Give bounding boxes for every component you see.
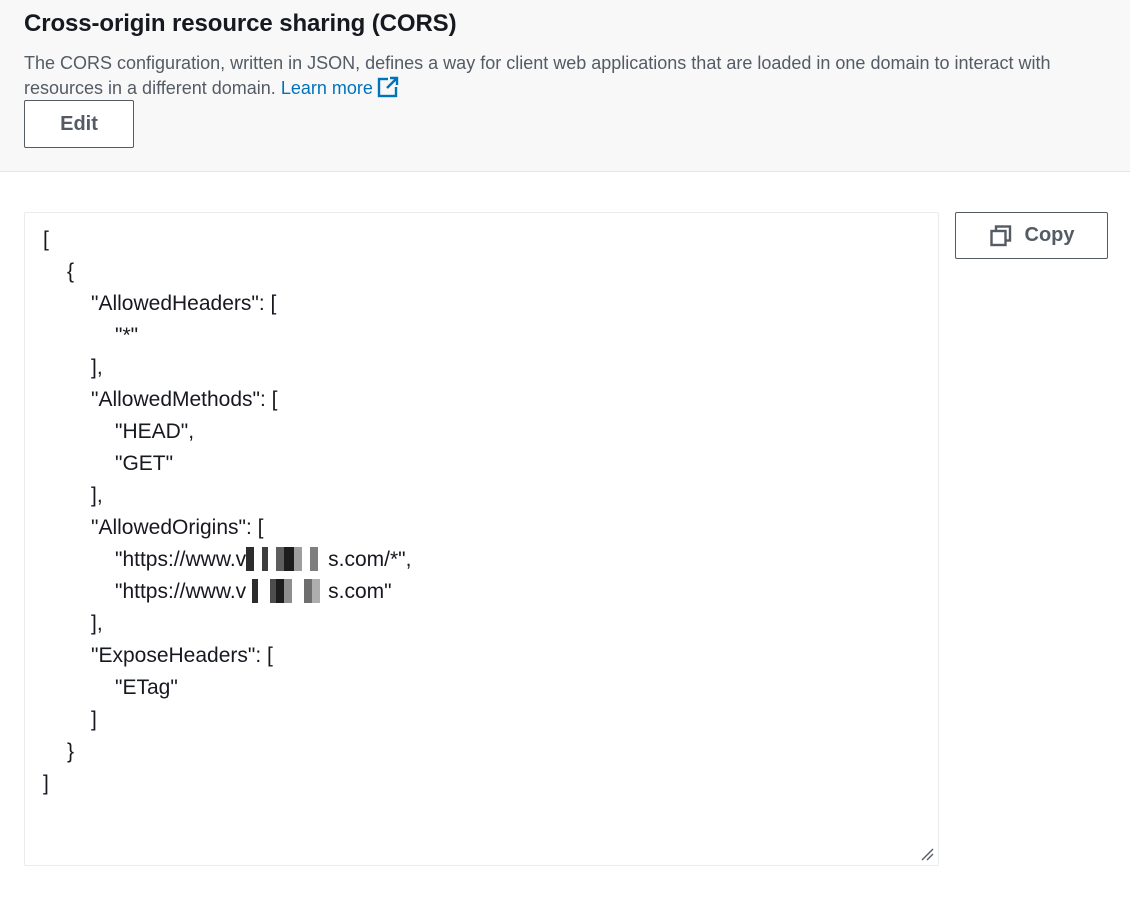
description-text: The CORS configuration, written in JSON,… bbox=[24, 53, 1051, 98]
code-text: ], bbox=[91, 484, 103, 507]
resize-handle-icon[interactable] bbox=[920, 847, 934, 861]
code-text: } bbox=[67, 740, 75, 763]
code-text: "*" bbox=[115, 324, 139, 347]
code-text: "https://www.v bbox=[115, 580, 247, 603]
code-lines: [ { "AllowedHeaders": [ "*"], "AllowedMethod… bbox=[43, 224, 411, 800]
code-line: "AllowedMethods": [ bbox=[43, 384, 411, 416]
code-line: ] bbox=[43, 704, 411, 736]
section-header: Cross-origin resource sharing (CORS) The… bbox=[0, 0, 1130, 172]
copy-button[interactable]: Copy bbox=[955, 212, 1108, 259]
redacted-block bbox=[246, 547, 329, 571]
code-text: ], bbox=[91, 356, 103, 379]
code-line: "https://www.v s.com" bbox=[43, 576, 411, 608]
code-line: ], bbox=[43, 352, 411, 384]
code-text: ], bbox=[91, 612, 103, 635]
code-line: [ bbox=[43, 224, 411, 256]
learn-more-label: Learn more bbox=[280, 78, 373, 98]
code-line: "GET" bbox=[43, 448, 411, 480]
section-description: The CORS configuration, written in JSON,… bbox=[24, 51, 1114, 101]
learn-more-link[interactable]: Learn more bbox=[280, 76, 399, 98]
code-line: } bbox=[43, 736, 411, 768]
external-link-icon bbox=[377, 76, 399, 98]
code-text: "GET" bbox=[115, 452, 174, 475]
code-line: { bbox=[43, 256, 411, 288]
copy-label: Copy bbox=[1024, 224, 1075, 246]
code-line: "HEAD", bbox=[43, 416, 411, 448]
redacted-block bbox=[246, 579, 329, 603]
code-line: "AllowedOrigins": [ bbox=[43, 512, 411, 544]
code-text: "AllowedMethods": [ bbox=[91, 388, 278, 411]
code-text: "HEAD", bbox=[115, 420, 195, 443]
code-text: "ExposeHeaders": [ bbox=[91, 644, 273, 667]
code-line: "*" bbox=[43, 320, 411, 352]
code-line: ], bbox=[43, 608, 411, 640]
code-line: "AllowedHeaders": [ bbox=[43, 288, 411, 320]
code-text: ] bbox=[91, 708, 97, 731]
code-line: ] bbox=[43, 768, 411, 800]
code-line: ], bbox=[43, 480, 411, 512]
code-line: "https://www.v s.com/*", bbox=[43, 544, 411, 576]
code-text: ] bbox=[43, 772, 49, 795]
code-text-after: s.com" bbox=[328, 580, 392, 603]
code-text: "AllowedHeaders": [ bbox=[91, 292, 277, 315]
code-line: "ETag" bbox=[43, 672, 411, 704]
code-text: "https://www.v bbox=[115, 548, 247, 571]
section-title: Cross-origin resource sharing (CORS) bbox=[24, 10, 457, 37]
code-line: "ExposeHeaders": [ bbox=[43, 640, 411, 672]
edit-button[interactable]: Edit bbox=[24, 100, 134, 148]
copy-icon bbox=[989, 224, 1011, 246]
code-text: "ETag" bbox=[115, 676, 178, 699]
code-text: { bbox=[67, 260, 75, 283]
code-text: [ bbox=[43, 228, 49, 251]
cors-json-editor[interactable]: [ { "AllowedHeaders": [ "*"], "AllowedMethod… bbox=[24, 212, 939, 866]
code-text: "AllowedOrigins": [ bbox=[91, 516, 264, 539]
code-text-after: s.com/*", bbox=[328, 548, 412, 571]
